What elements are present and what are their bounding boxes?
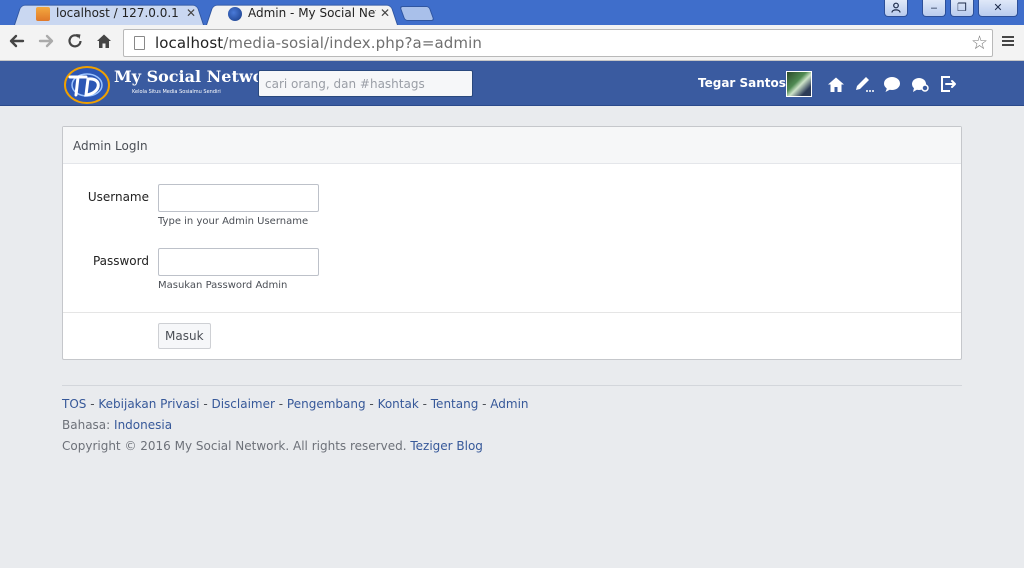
user-name[interactable]: Tegar Santosa [698, 76, 794, 90]
footer-link-admin[interactable]: Admin [490, 397, 528, 411]
search-input[interactable] [258, 70, 473, 97]
url-text[interactable]: localhost/media-sosial/index.php?a=admin [155, 34, 482, 52]
footer-link-privacy[interactable]: Kebijakan Privasi [98, 397, 199, 411]
bookmark-star-icon[interactable]: ☆ [971, 32, 988, 54]
language-label: Bahasa: [62, 418, 111, 432]
site-logo[interactable] [62, 65, 112, 105]
browser-toolbar: localhost/media-sosial/index.php?a=admin… [0, 25, 1024, 61]
new-tab-button[interactable] [399, 6, 435, 21]
tab-title: Admin - My Social Network [248, 6, 376, 20]
reload-button[interactable] [64, 32, 86, 54]
footer-link-tos[interactable]: TOS [62, 397, 86, 411]
password-help-text: Masukan Password Admin [158, 280, 288, 291]
footer-link-developer[interactable]: Pengembang [287, 397, 366, 411]
tab-title: localhost / 127.0.0.1 / media [56, 6, 182, 20]
phpmyadmin-icon [36, 6, 50, 21]
profile-icon[interactable] [884, 0, 908, 17]
footer-links: TOS - Kebijakan Privasi - Disclaimer - P… [62, 397, 529, 411]
language-link[interactable]: Indonesia [114, 418, 172, 432]
menu-icon[interactable] [997, 32, 1019, 54]
minimize-button[interactable]: ‒ [922, 0, 946, 17]
back-button[interactable] [6, 32, 28, 54]
restore-button[interactable]: ❐ [950, 0, 974, 17]
pencil-icon[interactable] [853, 73, 875, 95]
password-label: Password [92, 254, 149, 268]
admin-login-panel: Admin LogIn Username Type in your Admin … [62, 126, 962, 360]
close-window-button[interactable]: ✕ [978, 0, 1018, 17]
footer-link-contact[interactable]: Kontak [378, 397, 419, 411]
password-field[interactable] [158, 248, 319, 276]
panel-title: Admin LogIn [63, 127, 961, 164]
username-label: Username [87, 190, 149, 204]
username-help-text: Type in your Admin Username [158, 216, 309, 227]
site-logo-icon [228, 6, 242, 21]
browser-tab-strip: localhost / 127.0.0.1 / media ✕ Admin - … [0, 0, 1024, 25]
forward-button[interactable] [35, 32, 57, 54]
close-icon[interactable]: ✕ [380, 3, 390, 24]
blog-link[interactable]: Teziger Blog [410, 439, 483, 453]
panel-footer: Masuk [63, 312, 961, 349]
footer-divider [62, 385, 962, 386]
site-header: My Social Network Kelola Situs Media Sos… [0, 61, 1024, 106]
brand-tagline: Kelola Situs Media Sosialmu Sendiri [132, 89, 221, 95]
login-submit-button[interactable]: Masuk [158, 323, 211, 349]
home-icon[interactable] [825, 73, 847, 95]
username-field[interactable] [158, 184, 319, 212]
tab-admin[interactable]: Admin - My Social Network ✕ [206, 3, 398, 25]
footer-link-about[interactable]: Tentang [431, 397, 479, 411]
avatar[interactable] [786, 71, 812, 97]
home-button[interactable] [93, 32, 115, 54]
tab-phpmyadmin[interactable]: localhost / 127.0.0.1 / media ✕ [14, 3, 204, 25]
copyright-text: Copyright © 2016 My Social Network. All … [62, 439, 407, 453]
window-controls: ‒ ❐ ✕ [884, 0, 1018, 17]
page-icon [134, 36, 145, 50]
notification-icon[interactable] [909, 73, 931, 95]
close-icon[interactable]: ✕ [186, 3, 196, 24]
footer-link-disclaimer[interactable]: Disclaimer [211, 397, 274, 411]
chat-icon[interactable] [881, 73, 903, 95]
logout-icon[interactable] [937, 73, 959, 95]
address-bar[interactable]: localhost/media-sosial/index.php?a=admin… [123, 29, 993, 57]
copyright-row: Copyright © 2016 My Social Network. All … [62, 439, 483, 453]
language-row: Bahasa: Indonesia [62, 418, 172, 432]
